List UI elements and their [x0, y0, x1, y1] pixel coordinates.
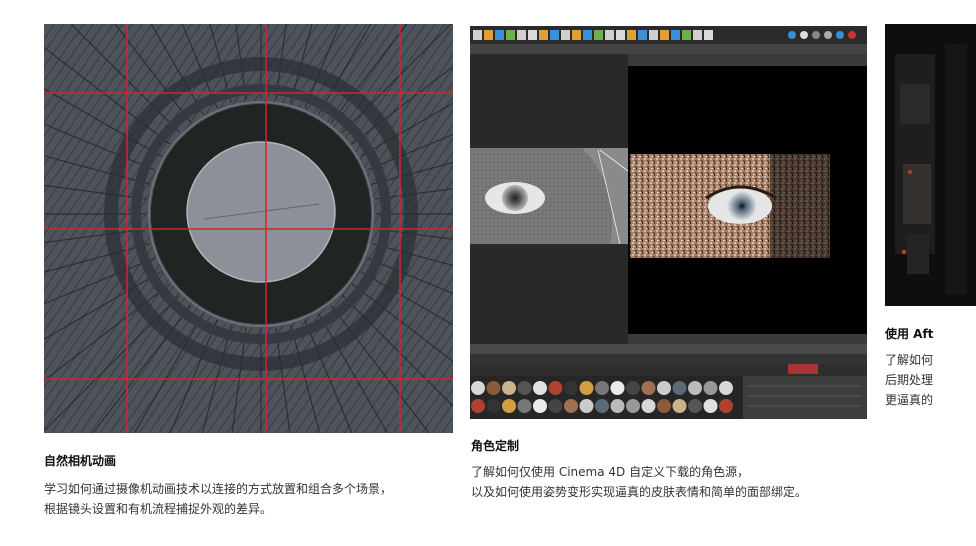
card-description: 了解如何仅使用 Cinema 4D 自定义下载的角色源， 以及如何使用姿势变形实…: [471, 462, 807, 502]
desc-line: 更逼真的: [885, 393, 934, 407]
desc-line: 了解如何: [885, 353, 934, 367]
desc-line: 根据镜头设置和有机流程捕捉外观的差异。: [44, 502, 273, 516]
card-description: 了解如何 后期处理 更逼真的: [885, 350, 933, 410]
character-customization-thumbnail[interactable]: [470, 26, 867, 419]
desc-line: 后期处理: [885, 373, 934, 387]
card-title[interactable]: 自然相机动画: [44, 452, 116, 469]
dark-mech-illustration: [885, 24, 976, 306]
card-title[interactable]: 使用 Aft: [885, 325, 933, 342]
cinema4d-interface-screenshot: [470, 26, 867, 419]
desc-line: 了解如何仅使用 Cinema 4D 自定义下载的角色源，: [471, 465, 750, 479]
camera-animation-thumbnail[interactable]: [44, 24, 453, 433]
card-title[interactable]: 角色定制: [471, 437, 519, 454]
after-effects-thumbnail[interactable]: [885, 24, 976, 306]
desc-line: 以及如何使用姿势变形实现逼真的皮肤表情和简单的面部绑定。: [471, 485, 808, 499]
desc-line: 学习如何通过摄像机动画技术以连接的方式放置和组合多个场景，: [44, 482, 393, 496]
card-description: 学习如何通过摄像机动画技术以连接的方式放置和组合多个场景， 根据镜头设置和有机流…: [44, 479, 392, 519]
wireframe-city-illustration: [44, 24, 453, 433]
